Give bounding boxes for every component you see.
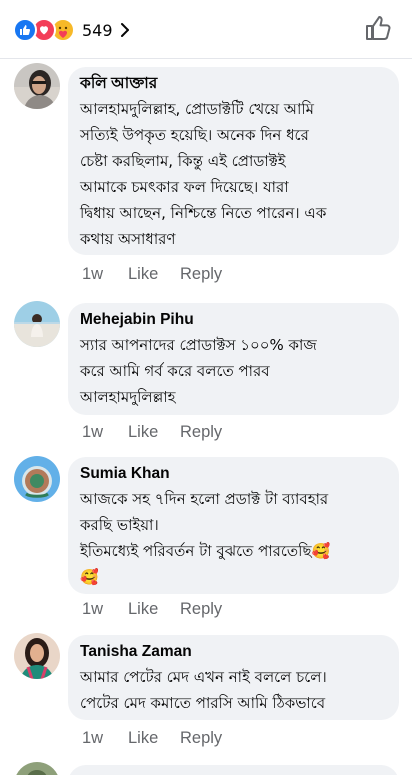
avatar[interactable] [14,633,60,679]
comment-text: স্যার আপনাদের প্রোডাক্টস ১০০% কাজ করে আম… [80,336,317,406]
reply-button[interactable]: Reply [180,600,222,619]
like-reaction-icon [13,18,37,42]
reply-button[interactable]: Reply [180,423,222,442]
reply-button[interactable]: Reply [180,729,222,748]
comment-time[interactable]: 1w [82,265,128,284]
avatar[interactable] [14,63,60,109]
like-post-icon[interactable] [364,14,392,42]
comment-time[interactable]: 1w [82,729,128,748]
comment-actions: 1w Like Reply [82,600,222,619]
comment-text: আজকে সহ ৭দিন হলো প্রডাক্ট টা ব্যাবহার কর… [80,490,331,586]
like-button[interactable]: Like [128,600,180,619]
avatar[interactable] [14,301,60,347]
comment-bubble: Mehejabin Pihu স্যার আপনাদের প্রোডাক্টস … [68,303,399,415]
reply-button[interactable]: Reply [180,265,222,284]
comment-bubble [68,765,399,775]
comment-time[interactable]: 1w [82,423,128,442]
reaction-count: 549 [82,20,113,40]
avatar[interactable] [14,456,60,502]
like-button[interactable]: Like [128,265,180,284]
comment-bubble: Sumia Khan আজকে সহ ৭দিন হলো প্রডাক্ট টা … [68,457,399,594]
comment-author[interactable]: Mehejabin Pihu [80,310,387,330]
comment-author[interactable]: Tanisha Zaman [80,642,387,662]
comment-author[interactable]: কলি আক্তার [80,74,387,94]
comment-actions: 1w Like Reply [82,265,222,284]
chevron-right-icon [120,22,130,38]
comment-bubble: কলি আক্তার আলহামদুলিল্লাহ, প্রোডাক্টটি খ… [68,67,399,255]
like-button[interactable]: Like [128,423,180,442]
comment-actions: 1w Like Reply [82,729,222,748]
comment-text: আলহামদুলিল্লাহ, প্রোডাক্টটি খেয়ে আমি সত… [80,100,327,248]
comment-actions: 1w Like Reply [82,423,222,442]
reactions-summary[interactable]: 549 [13,18,130,42]
comment-bubble: Tanisha Zaman আমার পেটের মেদ এখন নাই বলল… [68,635,399,720]
like-button[interactable]: Like [128,729,180,748]
comment-time[interactable]: 1w [82,600,128,619]
avatar[interactable] [14,762,60,775]
comment-author[interactable]: Sumia Khan [80,464,387,484]
reactions-bar: 549 [0,0,412,59]
comment-text: আমার পেটের মেদ এখন নাই বললে চলে। পেটের ম… [80,668,327,712]
comments-screen: 549 কলি আক্তার আলহামদুলিল্লাহ, প্রোডাক্ট… [0,0,412,775]
